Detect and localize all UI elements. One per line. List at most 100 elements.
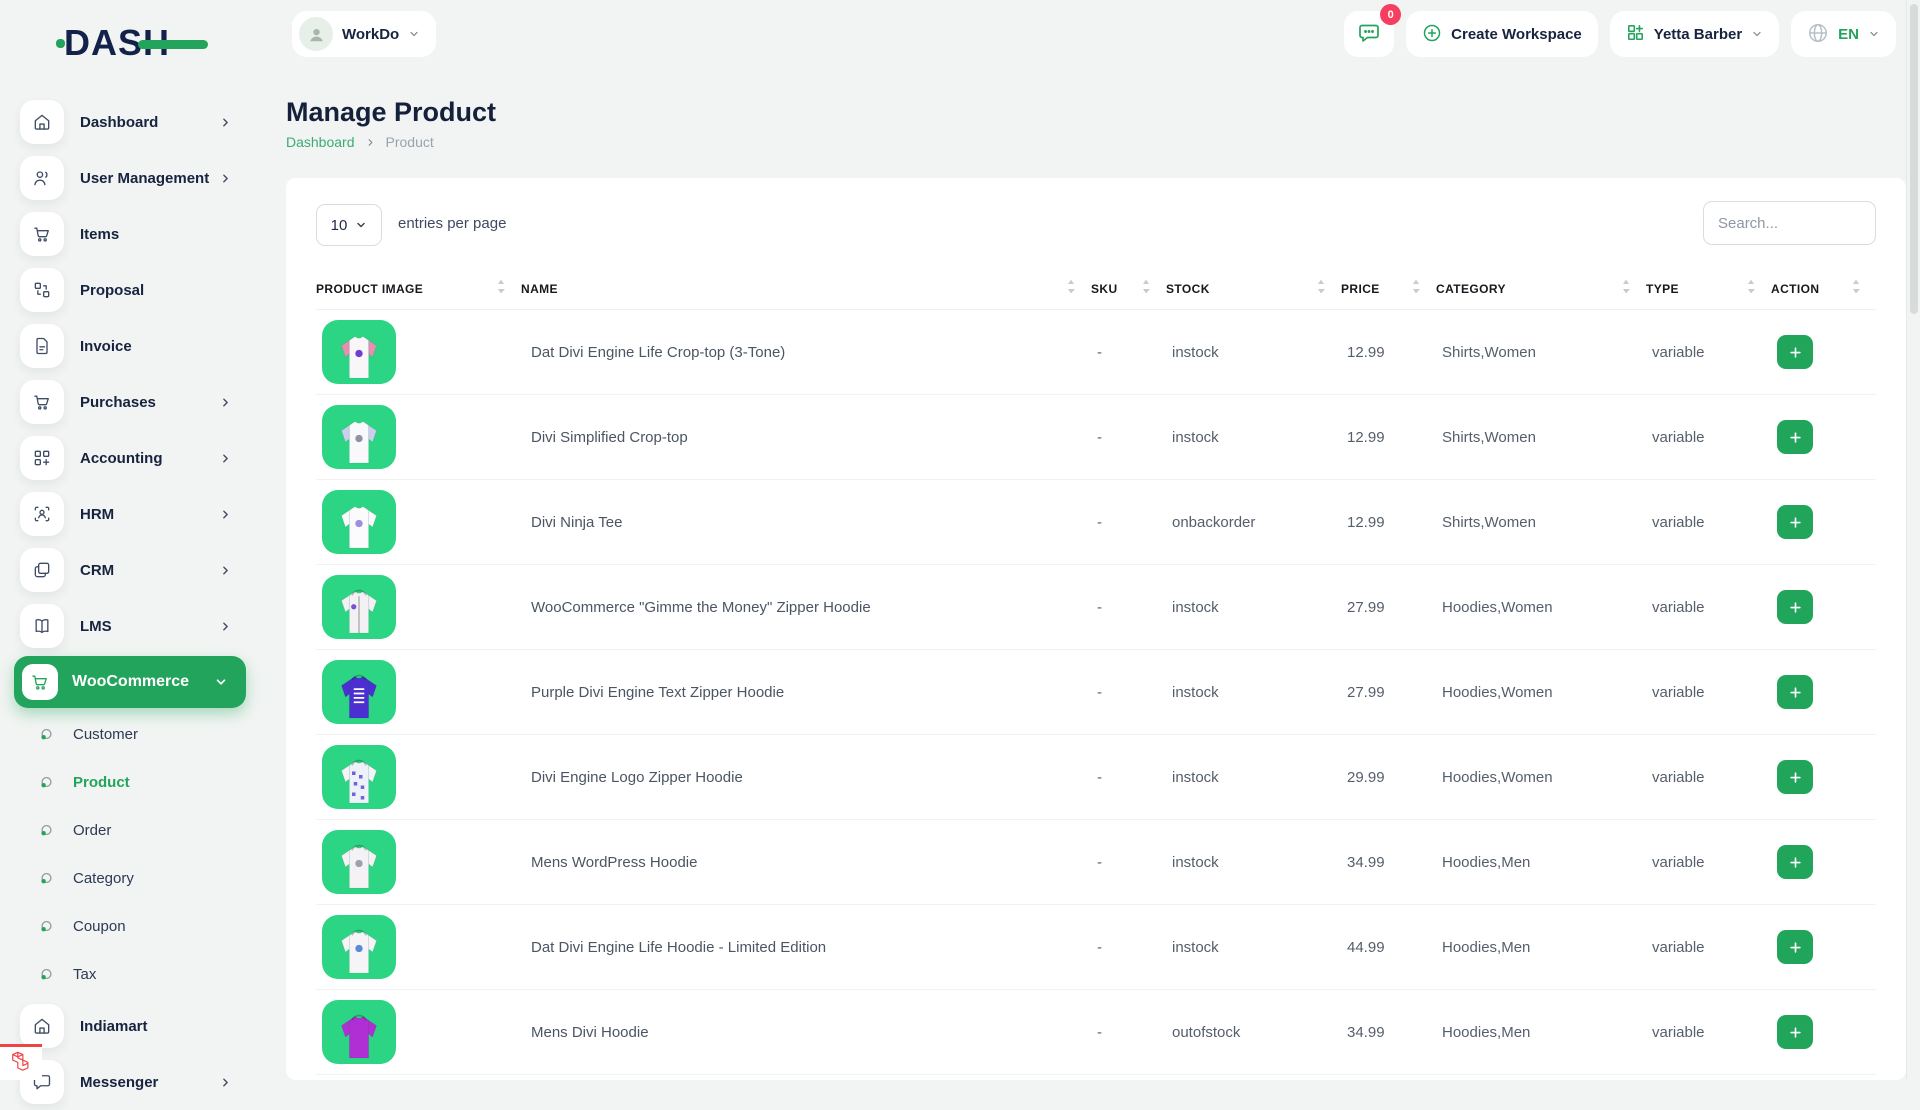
add-variant-button[interactable] — [1777, 590, 1813, 624]
sidebar-item-invoice[interactable]: Invoice — [0, 318, 260, 374]
stock-cell: instock — [1166, 344, 1341, 361]
column-label: TYPE — [1646, 282, 1679, 296]
stock-cell: instock — [1166, 684, 1341, 701]
column-header-name[interactable]: NAME — [521, 279, 1091, 299]
column-header-price[interactable]: PRICE — [1341, 279, 1436, 299]
sidebar-item-accounting[interactable]: Accounting — [0, 430, 260, 486]
action-cell — [1771, 675, 1876, 709]
sidebar-item-label: Indiamart — [80, 1018, 148, 1035]
sidebar-item-woocommerce[interactable]: WooCommerce — [14, 656, 246, 708]
product-image[interactable] — [322, 915, 396, 979]
entries-per-page-value: 10 — [331, 217, 348, 234]
column-header-sku[interactable]: SKU — [1091, 279, 1166, 299]
sidebar-subitem-product[interactable]: Product — [0, 758, 260, 806]
sort-icon[interactable] — [1142, 279, 1150, 299]
sidebar-item-proposal[interactable]: Proposal — [0, 262, 260, 318]
sidebar-item-purchases[interactable]: Purchases — [0, 374, 260, 430]
sidebar-item-user-management[interactable]: User Management — [0, 150, 260, 206]
action-cell — [1771, 335, 1876, 369]
add-variant-button[interactable] — [1777, 505, 1813, 539]
bullet-icon — [40, 968, 53, 981]
create-workspace-label: Create Workspace — [1451, 26, 1582, 43]
sidebar-item-crm[interactable]: CRM — [0, 542, 260, 598]
column-header-product-image[interactable]: PRODUCT IMAGE — [316, 279, 521, 299]
sort-icon[interactable] — [1067, 279, 1075, 299]
price-cell: 27.99 — [1341, 599, 1436, 616]
sort-icon[interactable] — [1852, 279, 1860, 299]
price-cell: 29.99 — [1341, 769, 1436, 786]
sidebar-subitem-label: Tax — [73, 966, 96, 983]
sidebar-subitem-coupon[interactable]: Coupon — [0, 902, 260, 950]
add-variant-button[interactable] — [1777, 760, 1813, 794]
sort-icon[interactable] — [497, 279, 505, 299]
add-variant-button[interactable] — [1777, 675, 1813, 709]
language-menu[interactable]: EN — [1791, 11, 1896, 57]
add-variant-button[interactable] — [1777, 335, 1813, 369]
messages-button[interactable]: 0 — [1344, 11, 1394, 57]
home-icon — [20, 100, 64, 144]
sidebar-item-hrm[interactable]: HRM — [0, 486, 260, 542]
column-header-stock[interactable]: STOCK — [1166, 279, 1341, 299]
type-cell: variable — [1646, 514, 1771, 531]
product-image[interactable] — [322, 320, 396, 384]
create-workspace-button[interactable]: Create Workspace — [1406, 11, 1598, 57]
product-image[interactable] — [322, 660, 396, 724]
scrollbar-thumb[interactable] — [1910, 4, 1918, 314]
add-variant-button[interactable] — [1777, 845, 1813, 879]
column-header-category[interactable]: CATEGORY — [1436, 279, 1646, 299]
sidebar-subitem-customer[interactable]: Customer — [0, 710, 260, 758]
add-variant-button[interactable] — [1777, 1015, 1813, 1049]
column-header-type[interactable]: TYPE — [1646, 279, 1771, 299]
category-cell: Hoodies,Women — [1436, 599, 1646, 616]
sidebar-item-label: Dashboard — [80, 114, 158, 131]
workspace-switcher[interactable]: WorkDo — [292, 11, 436, 57]
add-variant-button[interactable] — [1777, 930, 1813, 964]
chevron-down-icon — [1868, 28, 1880, 40]
sidebar-subitem-tax[interactable]: Tax — [0, 950, 260, 998]
sort-icon[interactable] — [1747, 279, 1755, 299]
sort-icon[interactable] — [1412, 279, 1420, 299]
add-variant-button[interactable] — [1777, 420, 1813, 454]
workspace-name: WorkDo — [342, 26, 399, 43]
product-name-cell: Dat Divi Engine Life Crop-top (3-Tone) — [521, 344, 1091, 361]
stock-cell: outofstock — [1166, 1024, 1341, 1041]
laravel-debugbar-toggle[interactable] — [0, 1044, 42, 1080]
sidebar-subitem-category[interactable]: Category — [0, 854, 260, 902]
column-header-action[interactable]: ACTION — [1771, 279, 1876, 299]
sort-icon[interactable] — [1622, 279, 1630, 299]
entries-per-page-select[interactable]: 10 — [316, 204, 382, 246]
table-body: Dat Divi Engine Life Crop-top (3-Tone)-i… — [316, 310, 1876, 1075]
sidebar-item-lms[interactable]: LMS — [0, 598, 260, 654]
column-label: PRICE — [1341, 282, 1380, 296]
product-image[interactable] — [322, 575, 396, 639]
user-menu[interactable]: Yetta Barber — [1610, 11, 1779, 57]
brand-logo[interactable]: DASH — [64, 22, 170, 70]
sort-icon[interactable] — [1317, 279, 1325, 299]
product-image[interactable] — [322, 1000, 396, 1064]
sidebar-subitem-label: Product — [73, 774, 130, 791]
action-cell — [1771, 505, 1876, 539]
sidebar-subitem-order[interactable]: Order — [0, 806, 260, 854]
stock-cell: instock — [1166, 854, 1341, 871]
product-image-cell — [316, 1000, 521, 1064]
product-image[interactable] — [322, 830, 396, 894]
product-image[interactable] — [322, 490, 396, 554]
topbar-actions: 0 Create Workspace Yetta Barber EN — [1344, 11, 1896, 57]
category-cell: Hoodies,Men — [1436, 1024, 1646, 1041]
cart-icon — [22, 664, 58, 700]
page-scrollbar[interactable] — [1906, 0, 1920, 1080]
sidebar-item-label: LMS — [80, 618, 112, 635]
sku-cell: - — [1091, 684, 1166, 701]
product-image[interactable] — [322, 405, 396, 469]
sidebar-item-dashboard[interactable]: Dashboard — [0, 94, 260, 150]
crm-icon — [20, 548, 64, 592]
product-image[interactable] — [322, 745, 396, 809]
breadcrumb-dashboard-link[interactable]: Dashboard — [286, 134, 355, 150]
search-input[interactable] — [1703, 201, 1876, 245]
product-name-cell: Divi Simplified Crop-top — [521, 429, 1091, 446]
sidebar-item-items[interactable]: Items — [0, 206, 260, 262]
product-name-cell: Purple Divi Engine Text Zipper Hoodie — [521, 684, 1091, 701]
category-cell: Hoodies,Women — [1436, 769, 1646, 786]
sku-cell: - — [1091, 769, 1166, 786]
workspace-avatar — [299, 17, 333, 51]
